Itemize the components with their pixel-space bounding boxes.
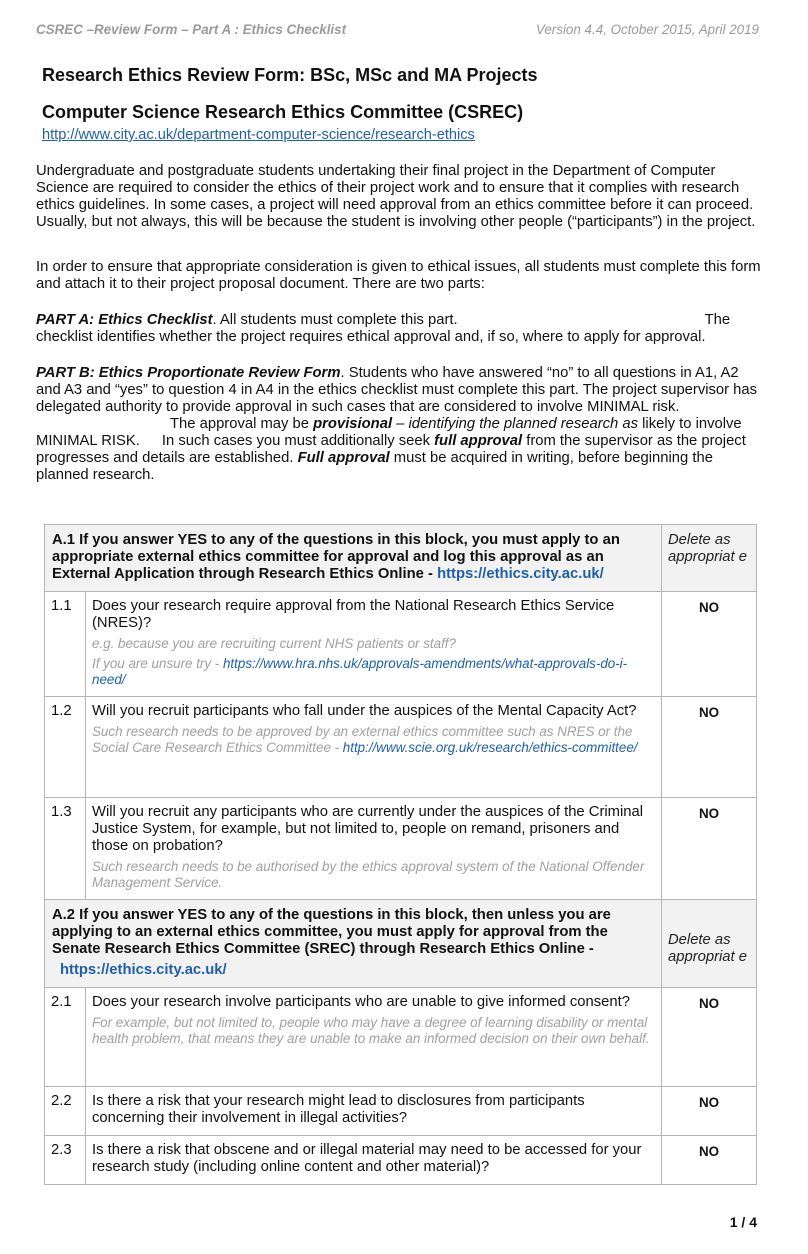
question-row-1-2: 1.2 Will you recruit participants who fa… bbox=[44, 696, 757, 798]
part-b-text-5: In such cases you must additionally seek bbox=[161, 433, 435, 449]
part-a-label: PART A: Ethics Checklist bbox=[36, 312, 213, 328]
section-a1-link[interactable]: https://ethics.city.ac.uk/ bbox=[437, 566, 604, 582]
intro-paragraph-2: In order to ensure that appropriate cons… bbox=[36, 259, 764, 293]
intro-text-1: Undergraduate and postgraduate students … bbox=[36, 163, 756, 230]
section-a1-header: A.1 If you answer YES to any of the ques… bbox=[44, 524, 757, 592]
part-b-full-approval-1: full approval bbox=[434, 433, 523, 449]
question-text: Does your research require approval from… bbox=[92, 598, 615, 631]
question-row-2-1: 2.1 Does your research involve participa… bbox=[44, 987, 757, 1087]
answer-cell[interactable]: NO bbox=[661, 591, 757, 697]
question-number: 1.2 bbox=[44, 696, 86, 798]
part-b-text-3: – identifying the planned research as bbox=[392, 416, 639, 432]
question-number: 2.3 bbox=[44, 1135, 86, 1185]
part-b-full-approval-2: Full approval bbox=[297, 450, 390, 466]
question-hint: Such research needs to be authorised by … bbox=[92, 859, 645, 890]
committee-title: Computer Science Research Ethics Committ… bbox=[42, 102, 524, 122]
question-number: 1.3 bbox=[44, 797, 86, 900]
section-a2-header: A.2 If you answer YES to any of the ques… bbox=[44, 899, 757, 988]
intro-paragraph: Undergraduate and postgraduate students … bbox=[36, 163, 764, 231]
question-hint: e.g. because you are recruiting current … bbox=[92, 636, 456, 651]
part-a-paragraph: PART A: Ethics Checklist. All students m… bbox=[36, 312, 764, 346]
question-row-2-3: 2.3 Is there a risk that obscene and or … bbox=[44, 1135, 757, 1185]
section-a2-link[interactable]: https://ethics.city.ac.uk/ bbox=[60, 962, 227, 979]
part-b-paragraph: PART B: Ethics Proportionate Review Form… bbox=[36, 365, 764, 484]
question-row-1-3: 1.3 Will you recruit any participants wh… bbox=[44, 797, 757, 900]
question-hint-2: If you are unsure try - bbox=[92, 656, 223, 671]
question-number: 1.1 bbox=[44, 591, 86, 697]
part-a-text-1: . All students must complete this part. bbox=[212, 312, 458, 328]
ethics-website-link[interactable]: http://www.city.ac.uk/department-compute… bbox=[42, 127, 475, 143]
section-a2-text: A.2 If you answer YES to any of the ques… bbox=[52, 907, 611, 957]
part-b-text-2: The approval may be bbox=[170, 416, 314, 432]
section-a1-delete-note: Delete as appropriat e bbox=[661, 524, 757, 592]
answer-cell[interactable]: NO bbox=[661, 987, 757, 1087]
question-row-1-1: 1.1 Does your research require approval … bbox=[44, 591, 757, 697]
intro-text-2: In order to ensure that appropriate cons… bbox=[36, 259, 761, 292]
answer-cell[interactable]: NO bbox=[661, 797, 757, 900]
question-number: 2.1 bbox=[44, 987, 86, 1087]
page-number: 1 / 4 bbox=[729, 1214, 757, 1230]
part-b-label: PART B: Ethics Proportionate Review Form bbox=[36, 365, 341, 381]
part-b-provisional: provisional bbox=[313, 416, 393, 432]
section-a2-delete-note: Delete as appropriat e bbox=[661, 899, 757, 988]
scie-link[interactable]: http://www.scie.org.uk/research/ethics-c… bbox=[343, 740, 638, 755]
header-right: Version 4.4, October 2015, April 2019 bbox=[535, 22, 759, 37]
ethics-checklist-table: A.1 If you answer YES to any of the ques… bbox=[44, 524, 757, 1185]
answer-cell[interactable]: NO bbox=[661, 1135, 757, 1185]
question-text: Is there a risk that obscene and or ille… bbox=[92, 1142, 642, 1175]
question-row-2-2: 2.2 Is there a risk that your research m… bbox=[44, 1086, 757, 1136]
header-left: CSREC –Review Form – Part A : Ethics Che… bbox=[36, 22, 347, 37]
question-text: Is there a risk that your research might… bbox=[92, 1093, 585, 1126]
question-hint: For example, but not limited to, people … bbox=[92, 1015, 650, 1046]
question-number: 2.2 bbox=[44, 1086, 86, 1136]
question-text: Will you recruit any participants who ar… bbox=[92, 804, 644, 854]
question-text: Will you recruit participants who fall u… bbox=[92, 703, 637, 719]
answer-cell[interactable]: NO bbox=[661, 696, 757, 798]
question-text: Does your research involve participants … bbox=[92, 994, 630, 1010]
form-title: Research Ethics Review Form: BSc, MSc an… bbox=[42, 65, 538, 85]
answer-cell[interactable]: NO bbox=[661, 1086, 757, 1136]
